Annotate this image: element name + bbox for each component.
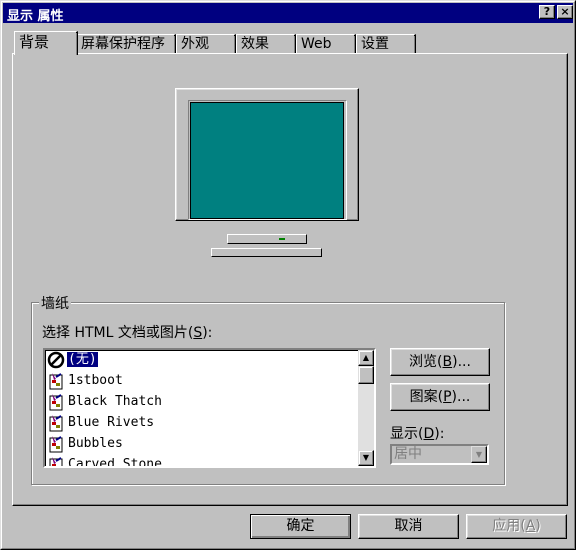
paint-file-icon	[49, 415, 63, 432]
chevron-down-icon[interactable]: ▼	[471, 446, 487, 463]
tab-appearance[interactable]: 外观	[176, 34, 236, 54]
tab-effects[interactable]: 效果	[236, 34, 296, 54]
monitor-base	[211, 248, 322, 257]
tab-label: 背景	[19, 33, 50, 51]
none-icon	[47, 351, 65, 369]
list-item[interactable]: Blue Rivets	[47, 413, 155, 433]
display-mode-select[interactable]: 居中 ▼	[390, 444, 489, 465]
paint-file-icon	[49, 457, 63, 466]
pattern-button[interactable]: 图案(P)...	[390, 383, 490, 411]
scroll-up-button[interactable]: ▲	[358, 350, 374, 366]
tab-label: 设置	[361, 36, 389, 52]
display-properties-window: 显示 属性 ? × 背景 屏幕保护程序 外观 效果 Web 设置 墙纸 选择 H…	[0, 0, 576, 550]
display-mode-value: 居中	[394, 446, 422, 462]
tab-label: 屏幕保护程序	[81, 36, 165, 52]
help-button[interactable]: ?	[539, 5, 555, 19]
paint-file-icon	[49, 373, 63, 390]
window-title: 显示 属性	[7, 9, 64, 24]
list-item[interactable]: Black Thatch	[47, 392, 163, 412]
tab-web[interactable]: Web	[296, 34, 356, 54]
close-button[interactable]: ×	[557, 5, 573, 19]
tab-label: 外观	[181, 36, 209, 52]
tab-label: Web	[301, 36, 332, 52]
display-mode-label: 显示(D):	[390, 426, 445, 442]
tab-label: 效果	[241, 36, 269, 52]
browse-button[interactable]: 浏览(B)...	[390, 348, 490, 376]
monitor-stand	[227, 234, 307, 244]
cancel-button[interactable]: 取消	[358, 514, 459, 539]
apply-button[interactable]: 应用(A)	[466, 514, 567, 539]
list-item[interactable]: (无)	[47, 350, 99, 370]
list-scrollbar[interactable]: ▲ ▼	[358, 350, 374, 466]
paint-file-icon	[49, 436, 63, 453]
paint-file-icon	[49, 394, 63, 411]
list-item[interactable]: Bubbles	[47, 434, 124, 454]
scroll-thumb[interactable]	[358, 366, 374, 384]
title-bar[interactable]: 显示 属性 ? ×	[3, 3, 573, 24]
power-led-icon	[279, 238, 285, 240]
list-item[interactable]: Carved Stone	[47, 455, 163, 466]
scroll-down-button[interactable]: ▼	[358, 450, 374, 466]
wallpaper-list[interactable]: (无) 1stboot Black Thatch Blue Rivets Bub…	[43, 348, 376, 468]
ok-button[interactable]: 确定	[250, 514, 351, 539]
tab-background[interactable]: 背景	[14, 31, 78, 55]
tab-settings[interactable]: 设置	[356, 34, 416, 54]
list-item[interactable]: 1stboot	[47, 371, 124, 391]
select-label: 选择 HTML 文档或图片(S):	[42, 325, 213, 341]
tab-screensaver[interactable]: 屏幕保护程序	[76, 34, 176, 54]
wallpaper-group-label: 墙纸	[39, 293, 71, 313]
monitor-screen	[190, 102, 344, 219]
